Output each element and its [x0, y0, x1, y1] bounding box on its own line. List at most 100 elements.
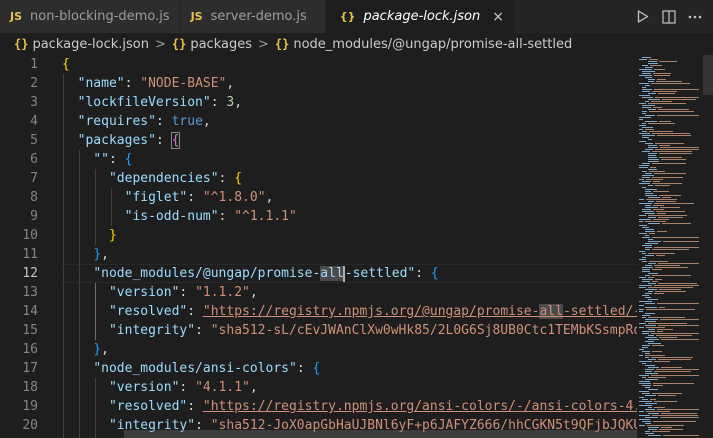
- minimap-line: [639, 411, 644, 412]
- horizontal-scrollbar[interactable]: [124, 429, 637, 438]
- minimap-line: [645, 221, 666, 222]
- minimap-line: [662, 99, 696, 100]
- minimap-line: [659, 337, 677, 338]
- minimap-line: [645, 319, 658, 320]
- minimap-line: [648, 217, 656, 218]
- minimap-line: [663, 241, 699, 242]
- line-number: 20: [22, 418, 38, 433]
- minimap-line: [654, 265, 680, 266]
- code-area[interactable]: { "name": "NODE-BASE", "lockfileVersion"…: [62, 55, 637, 438]
- minimap-line: [642, 105, 655, 106]
- minimap-line: [652, 151, 692, 152]
- minimap-line: [652, 345, 664, 346]
- minimap-line: [649, 111, 694, 112]
- code-line: "name": "NODE-BASE",: [77, 76, 235, 91]
- minimap-line: [661, 159, 686, 160]
- minimap-line: [649, 171, 665, 172]
- json-file-icon: {}: [339, 10, 356, 23]
- minimap-line: [653, 181, 660, 182]
- minimap-line: [642, 295, 649, 296]
- minimap-line: [648, 299, 658, 300]
- minimap-line: [653, 73, 671, 74]
- minimap-line: [654, 203, 694, 204]
- minimap-line: [642, 399, 648, 400]
- minimap-line: [639, 327, 644, 328]
- minimap-line: [652, 163, 686, 164]
- minimap-line: [642, 107, 651, 108]
- vertical-scrollbar-thumb[interactable]: [703, 55, 713, 95]
- minimap-line: [656, 255, 665, 256]
- minimap-line: [642, 73, 651, 74]
- minimap-line: [653, 383, 694, 384]
- code-line: "version": "4.1.1",: [108, 380, 258, 395]
- minimap-line: [642, 97, 653, 98]
- code-line: }: [108, 228, 117, 243]
- more-actions-icon[interactable]: [687, 9, 703, 25]
- minimap-line: [639, 117, 651, 118]
- minimap-line: [651, 83, 690, 84]
- minimap-line: [657, 79, 666, 80]
- minimap-line: [648, 147, 658, 148]
- close-icon[interactable]: ×: [492, 9, 504, 25]
- code-line: "lockfileVersion": 3,: [77, 95, 243, 110]
- minimap-line: [651, 357, 693, 358]
- minimap-line: [659, 121, 671, 122]
- minimap-line: [639, 349, 644, 350]
- breadcrumb-item-packages[interactable]: packages: [190, 37, 252, 52]
- minimap-line: [642, 345, 650, 346]
- minimap-line: [639, 301, 652, 302]
- minimap-line: [655, 291, 686, 292]
- minimap-line: [659, 307, 665, 308]
- minimap-line: [639, 383, 651, 384]
- minimap-line: [639, 219, 651, 220]
- minimap-line: [639, 309, 644, 310]
- minimap-line: [639, 355, 643, 356]
- minimap-line: [661, 413, 697, 414]
- minimap-line: [648, 317, 685, 318]
- minimap-line: [645, 353, 650, 354]
- json-file-icon: {}: [14, 37, 29, 51]
- minimap-line: [662, 223, 691, 224]
- line-number: 7: [30, 171, 38, 186]
- tab-non-blocking-demo[interactable]: JS non-blocking-demo.js: [0, 0, 181, 33]
- split-editor-icon[interactable]: [661, 9, 677, 25]
- breadcrumb-item-module[interactable]: node_modules/@ungap/promise-all-settled: [293, 37, 572, 52]
- line-number: 8: [30, 190, 38, 205]
- minimap-line: [648, 63, 658, 64]
- breadcrumb: {} package-lock.json > {} packages > {} …: [0, 33, 713, 55]
- minimap-line: [645, 297, 651, 298]
- tab-package-lock[interactable]: {} package-lock.json ×: [325, 0, 515, 33]
- minimap-line: [654, 371, 691, 372]
- minimap-line: [657, 303, 699, 304]
- code-line: "": {: [93, 152, 133, 167]
- tab-label: server-demo.js: [210, 9, 307, 24]
- tab-label: non-blocking-demo.js: [30, 9, 170, 24]
- minimap-line: [639, 415, 650, 416]
- minimap[interactable]: [637, 55, 703, 438]
- tab-server-demo[interactable]: JS server-demo.js: [180, 0, 326, 33]
- minimap-line: [654, 89, 699, 90]
- vertical-scrollbar[interactable]: [703, 55, 713, 438]
- horizontal-scrollbar-thumb[interactable]: [124, 430, 637, 438]
- minimap-line: [648, 215, 687, 216]
- minimap-line: [645, 77, 652, 78]
- minimap-line: [652, 415, 698, 416]
- minimap-line: [651, 101, 672, 102]
- minimap-line: [659, 61, 677, 62]
- minimap-line: [648, 185, 653, 186]
- minimap-line: [648, 157, 657, 158]
- minimap-line: [648, 155, 656, 156]
- breadcrumb-item-file[interactable]: package-lock.json: [32, 37, 149, 52]
- minimap-line: [652, 133, 690, 134]
- minimap-line: [642, 347, 648, 348]
- minimap-line: [648, 99, 660, 100]
- minimap-line: [648, 323, 687, 324]
- minimap-line: [642, 227, 649, 228]
- minimap-line: [639, 401, 652, 402]
- minimap-line: [648, 241, 661, 242]
- run-icon[interactable]: [635, 9, 651, 25]
- minimap-line: [646, 411, 670, 412]
- code-editor[interactable]: 1 2 3 4 5 6 7 8 9 10 11 12 13 14 15 16 1…: [0, 55, 713, 438]
- minimap-line: [658, 217, 683, 218]
- minimap-line: [648, 197, 660, 198]
